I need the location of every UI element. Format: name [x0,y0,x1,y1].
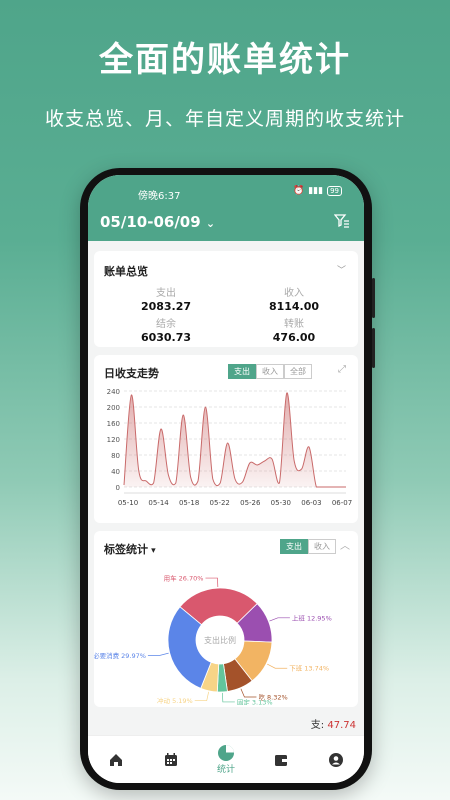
chevron-up-icon[interactable]: ︿ [340,537,350,552]
nav-wallet[interactable] [261,752,301,768]
overview-income: 收入 8114.00 [234,284,354,313]
bill-overview-card: 账单总览 ﹀ 支出 2083.27 收入 8114.00 结余 6030.73 … [94,251,358,347]
app-header: 傍晚6:37 ⏰ ▮▮▮ 99 05/10-06/09 ⌄ [88,175,364,241]
slice-label: 必要消费 29.97% [94,651,146,660]
tags-tabs: 支出 收入 [280,539,336,554]
volume-button [372,278,375,318]
overview-label: 收入 [284,288,304,299]
nav-profile[interactable] [316,752,356,768]
overview-value: 6030.73 [140,331,192,344]
nav-stats[interactable]: 统计 [206,744,246,775]
overview-value: 8114.00 [268,300,320,313]
leader-line [205,577,219,588]
profile-icon [329,752,344,767]
overview-transfer: 转账 476.00 [234,315,354,344]
daily-trend-card: 日收支走势 支出 收入 全部 ⤢ 0 40 80 120 160 200 240 05-10 0… [94,355,358,523]
overview-label: 转账 [284,319,304,330]
overview-label: 支出 [156,288,176,299]
overview-label: 结余 [156,319,176,330]
peek-summary: 支: 47.74 [310,720,356,731]
y-tick-label: 120 [107,436,120,444]
home-icon [109,753,122,766]
overview-value: 476.00 [272,331,316,344]
slice-label: 冲动 5.19% [157,696,193,705]
chevron-down-icon: ⌄ [205,217,216,230]
tab-expense[interactable]: 支出 [228,364,256,379]
tag-stats-card: 标签统计 ▾ 支出 收入 ︿ 用车 26.70% 上班 12.95% 下班 13.7… [94,531,358,707]
alarm-icon: ⏰ [293,186,305,196]
slice-label: 用车 26.70% [164,574,204,583]
y-tick-label: 80 [111,452,120,460]
app-screen: 傍晚6:37 ⏰ ▮▮▮ 99 05/10-06/09 ⌄ 账单总览 ﹀ 支出 … [88,175,364,783]
calendar-icon [164,752,177,766]
tab-expense[interactable]: 支出 [280,539,308,554]
peek-value: 47.74 [327,720,356,731]
slice-label: 上班 12.95% [292,613,332,622]
leader-line [194,691,209,701]
pie-chart-icon [217,745,234,761]
nav-home[interactable] [96,752,136,768]
x-tick-label: 05-14 [148,499,169,507]
leader-line [147,652,169,656]
expand-icon[interactable]: ⤢ [338,364,346,375]
y-tick-label: 0 [116,484,120,492]
trend-tabs: 支出 收入 全部 [228,364,312,379]
x-tick-label: 05-22 [210,499,230,507]
nav-calendar[interactable] [151,752,191,768]
x-tick-label: 05-30 [271,499,291,507]
slice-label: 固定 3.13% [237,697,273,705]
status-time: 傍晚6:37 [138,191,181,202]
tab-all[interactable]: 全部 [284,364,312,379]
x-tick-label: 06-03 [301,499,321,507]
y-tick-label: 240 [107,388,120,396]
nav-stats-label: 统计 [216,765,235,775]
leader-line [222,692,235,703]
slice-label: 下班 13.74% [289,664,329,673]
x-tick-label: 05-26 [240,499,261,507]
signal-icon: ▮▮▮ [308,186,324,196]
date-range-selector[interactable]: 05/10-06/09 ⌄ [100,213,215,231]
trend-chart: 0 40 80 120 160 200 240 05-10 05-14 05-18 05-22 05-… [107,388,353,507]
status-icons: ⏰ ▮▮▮ 99 [293,186,342,196]
peek-label: 支 [310,720,321,731]
leader-line [269,617,290,622]
overview-balance: 结余 6030.73 [106,315,226,344]
x-tick-label: 06-07 [332,499,352,507]
x-tick-label: 05-10 [118,499,138,507]
tag-pie-chart: 用车 26.70%上班 12.95%下班 13.74%吃 8.32%固定 3.1… [94,574,332,705]
overview-title: 账单总览 [104,265,148,278]
date-range-text: 05/10-06/09 [100,213,201,231]
status-bar: 傍晚6:37 ⏰ ▮▮▮ 99 [88,175,364,203]
y-tick-label: 160 [107,420,120,428]
overview-value: 2083.27 [140,300,192,313]
tab-income[interactable]: 收入 [256,364,284,379]
chevron-down-icon[interactable]: ﹀ [337,263,346,276]
trend-title: 日收支走势 [104,367,159,380]
y-tick-label: 200 [107,404,120,412]
x-tick-label: 05-18 [179,499,199,507]
tab-income[interactable]: 收入 [308,539,336,554]
leader-line [240,688,257,698]
donut-center-label: 支出比例 [204,635,236,645]
phone-frame: 傍晚6:37 ⏰ ▮▮▮ 99 05/10-06/09 ⌄ 账单总览 ﹀ 支出 … [80,168,375,790]
battery-icon: 99 [327,186,342,196]
power-button [372,328,375,368]
promo-title: 全面的账单统计 [99,40,351,80]
y-tick-label: 40 [111,468,120,476]
promo-subtitle: 收支总览、月、年自定义周期的收支统计 [44,108,405,130]
leader-line [267,663,288,669]
overview-expense: 支出 2083.27 [106,284,226,313]
wallet-icon [275,754,288,766]
filter-icon[interactable] [334,213,350,229]
bottom-nav: 统计 [88,735,364,783]
